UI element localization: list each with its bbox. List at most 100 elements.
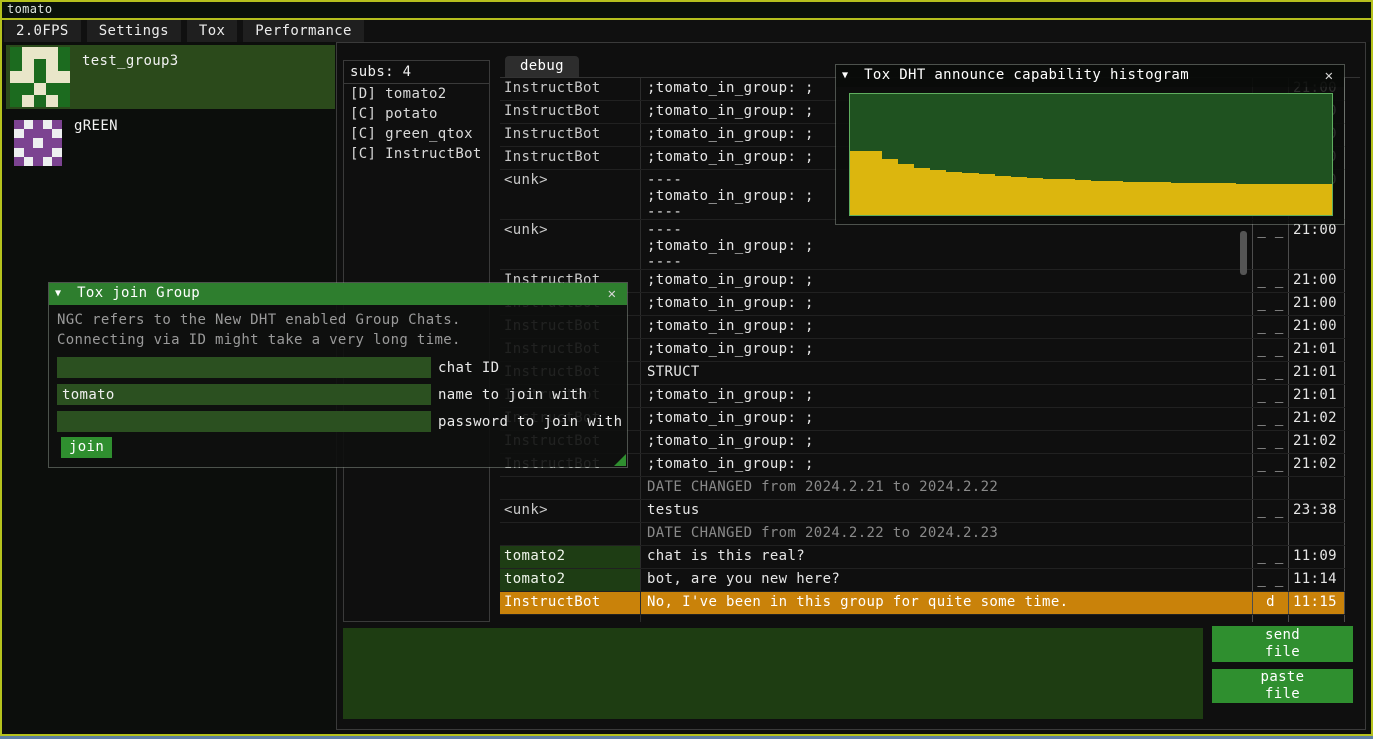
chat-message-row[interactable]: tomato2chat is this real?_ _11:09 (500, 546, 1345, 569)
histogram-bar (1011, 177, 1027, 215)
histogram-bar (1075, 180, 1091, 215)
member-list: [D] tomato2[C] potato[C] green_qtox[C] I… (344, 84, 489, 164)
message-text: ;tomato_in_group: ; (640, 385, 1252, 407)
message-text: chat is this real? (640, 546, 1252, 568)
chat-message-row[interactable]: <unk>---- ;tomato_in_group: ; ----_ _21:… (500, 220, 1345, 270)
message-status (1252, 477, 1288, 499)
collapse-arrow-icon[interactable]: ▼ (55, 283, 61, 304)
message-time (1288, 477, 1345, 499)
message-time: 21:00 (1288, 293, 1345, 315)
message-time: 21:00 (1288, 270, 1345, 292)
message-time: 21:02 (1288, 454, 1345, 476)
message-sender: <unk> (500, 220, 640, 269)
subs-count-label: subs: 4 (344, 61, 489, 84)
send-file-button[interactable]: send file (1212, 626, 1353, 662)
histogram-bar (979, 174, 995, 215)
message-sender (500, 523, 640, 545)
message-text: testus (640, 500, 1252, 522)
join-name-label: name to join with (438, 387, 587, 403)
message-time: 21:01 (1288, 362, 1345, 384)
chat-scrollbar-thumb[interactable] (1240, 231, 1247, 275)
message-sender: InstructBot (500, 147, 640, 169)
message-sender: InstructBot (500, 124, 640, 146)
chat-log-filler (500, 615, 1345, 622)
histogram-bar (1203, 183, 1219, 215)
message-status: _ _ (1252, 339, 1288, 361)
join-password-label: password to join with (438, 414, 622, 430)
message-time: 11:14 (1288, 569, 1345, 591)
message-text: ---- ;tomato_in_group: ; ---- (640, 220, 1252, 269)
chat-message-row[interactable]: InstructBotNo, I've been in this group f… (500, 592, 1345, 615)
histogram-bar (1187, 183, 1203, 215)
member-item[interactable]: [C] potato (344, 104, 489, 124)
message-text: bot, are you new here? (640, 569, 1252, 591)
histogram-plot[interactable] (849, 93, 1333, 216)
histogram-bar (946, 172, 962, 215)
dht-histogram-window-body (836, 87, 1344, 224)
histogram-bar (930, 170, 946, 215)
message-text: DATE CHANGED from 2024.2.21 to 2024.2.22 (640, 477, 1252, 499)
message-status: _ _ (1252, 362, 1288, 384)
message-sender: tomato2 (500, 546, 640, 568)
histogram-bar (962, 173, 978, 215)
chat-system-row[interactable]: DATE CHANGED from 2024.2.22 to 2024.2.23 (500, 523, 1345, 546)
join-name-input[interactable] (57, 384, 431, 405)
menu-item-performance[interactable]: Performance (243, 20, 364, 42)
message-time: 11:15 (1288, 592, 1345, 614)
window-title: tomato (7, 2, 52, 16)
chat-id-input[interactable] (57, 357, 431, 378)
join-group-window: ▼ Tox join Group ✕ NGC refers to the New… (48, 282, 628, 468)
dht-histogram-window-title: Tox DHT announce capability histogram (864, 67, 1189, 83)
histogram-bar (1316, 184, 1332, 215)
menu-item-settings[interactable]: Settings (87, 20, 181, 42)
histogram-bar (1139, 182, 1155, 215)
message-text: ;tomato_in_group: ; (640, 454, 1252, 476)
message-time: 21:01 (1288, 385, 1345, 407)
join-group-window-titlebar[interactable]: ▼ Tox join Group ✕ (49, 283, 627, 305)
histogram-bar (1107, 181, 1123, 215)
message-time: 23:38 (1288, 500, 1345, 522)
message-sender: InstructBot (500, 592, 640, 614)
tab-debug[interactable]: debug (505, 56, 579, 77)
histogram-bar (882, 159, 898, 215)
member-item[interactable]: [C] green_qtox (344, 124, 489, 144)
close-icon[interactable]: ✕ (1320, 67, 1338, 85)
chat-system-row[interactable]: DATE CHANGED from 2024.2.21 to 2024.2.22 (500, 477, 1345, 500)
join-password-input[interactable] (57, 411, 431, 432)
chat-message-row[interactable]: tomato2bot, are you new here?_ _11:14 (500, 569, 1345, 592)
histogram-bar (1027, 178, 1043, 215)
histogram-bar (1252, 184, 1268, 215)
menu-item-tox[interactable]: Tox (187, 20, 237, 42)
os-titlebar[interactable]: tomato (2, 2, 1371, 20)
message-sender: tomato2 (500, 569, 640, 591)
contact-item[interactable]: test_group3 (6, 45, 335, 109)
message-time: 21:00 (1288, 316, 1345, 338)
histogram-bar (866, 151, 882, 215)
collapse-arrow-icon[interactable]: ▼ (842, 65, 848, 86)
message-input[interactable] (343, 628, 1203, 719)
join-group-window-title: Tox join Group (77, 285, 200, 301)
resize-grip[interactable] (614, 454, 626, 466)
join-help-text-2: Connecting via ID might take a very long… (57, 332, 461, 348)
chat-message-row[interactable]: <unk>testus_ _23:38 (500, 500, 1345, 523)
message-sender: <unk> (500, 170, 640, 219)
histogram-bar (850, 151, 866, 215)
chat-id-label: chat ID (438, 360, 499, 376)
message-status: _ _ (1252, 316, 1288, 338)
member-item[interactable]: [D] tomato2 (344, 84, 489, 104)
paste-file-button[interactable]: paste file (1212, 669, 1353, 703)
histogram-bar (898, 164, 914, 215)
histogram-bar (1236, 184, 1252, 215)
contact-avatar (14, 120, 62, 166)
close-icon[interactable]: ✕ (603, 285, 621, 303)
message-sender: <unk> (500, 500, 640, 522)
contact-item[interactable]: gREEN (6, 115, 335, 171)
histogram-bar (995, 176, 1011, 215)
dht-histogram-window-titlebar[interactable]: ▼ Tox DHT announce capability histogram … (836, 65, 1344, 87)
join-button[interactable]: join (61, 437, 112, 458)
message-status: _ _ (1252, 569, 1288, 591)
member-item[interactable]: [C] InstructBot (344, 144, 489, 164)
message-time: 21:02 (1288, 431, 1345, 453)
histogram-bar (1043, 179, 1059, 215)
message-sender: InstructBot (500, 78, 640, 100)
